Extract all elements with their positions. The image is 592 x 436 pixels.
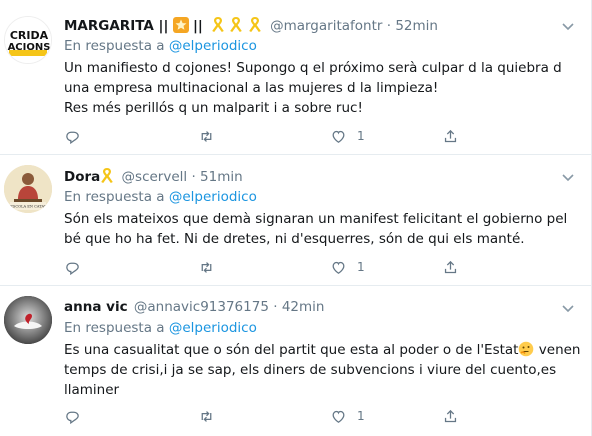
chevron-down-icon[interactable] — [560, 300, 576, 316]
svg-text:L'ESCOLA EN CATALÀ: L'ESCOLA EN CATALÀ — [7, 204, 50, 209]
timestamp[interactable]: 52min — [395, 18, 438, 34]
tweet-text: Són els mateixos que demà signaran un ma… — [64, 209, 567, 249]
reply-icon — [66, 262, 79, 275]
display-name-suffix: || — [193, 18, 203, 34]
reply-to-link[interactable]: @elperiodico — [169, 38, 257, 54]
heart-icon — [332, 410, 345, 423]
chevron-down-icon[interactable] — [560, 18, 576, 34]
reply-prefix: En respuesta a — [64, 189, 165, 205]
tweet-actions: 1 — [64, 257, 464, 277]
heart-icon — [332, 130, 345, 143]
reply-context: En respuesta a @elperiodico — [64, 37, 257, 55]
tweet-actions: 1 — [64, 126, 464, 146]
tweet-text-segment: venen — [534, 342, 581, 358]
share-icon — [444, 129, 457, 142]
star-badge-icon — [172, 17, 189, 33]
reply-prefix: En respuesta a — [64, 320, 165, 336]
tweet-text-line: una empresa multinacional a las mujeres … — [64, 80, 439, 96]
like-button[interactable]: 1 — [330, 126, 365, 146]
tweet[interactable]: anna vic @annavic91376175 · 42min En res… — [0, 286, 592, 436]
share-icon — [444, 260, 457, 273]
timestamp[interactable]: 51min — [200, 169, 243, 185]
reply-button[interactable] — [64, 126, 81, 146]
tweet-text-line: Són els mateixos que demà signaran un ma… — [64, 211, 568, 227]
reply-to-link[interactable]: @elperiodico — [169, 189, 257, 205]
svg-text:ACIONS: ACIONS — [8, 42, 51, 53]
tweet[interactable]: CRIDA ACIONS MARGARITA || || @margaritaf… — [0, 0, 592, 150]
dot-separator: · — [191, 169, 201, 185]
share-button[interactable] — [442, 406, 459, 426]
tweet-text-line: Res més perillós q un malparit i a sobre… — [64, 100, 363, 116]
avatar[interactable] — [4, 296, 52, 344]
tweet-header: Dora @scervell · 51min — [64, 167, 243, 189]
ribbon-icon — [229, 16, 243, 38]
tweet-header: anna vic @annavic91376175 · 42min — [64, 298, 324, 316]
tweet-actions: 1 — [64, 406, 464, 426]
tweet-text-line: temps de crisi,i ja se sap, els diners d… — [64, 362, 557, 378]
tweet-text: Es una casualitat que o són del partit q… — [64, 340, 581, 400]
ribbon-icon — [211, 16, 225, 38]
avatar[interactable]: L'ESCOLA EN CATALÀ — [4, 165, 52, 213]
reply-context: En respuesta a @elperiodico — [64, 188, 257, 206]
retweet-button[interactable] — [198, 257, 215, 277]
reply-button[interactable] — [64, 257, 81, 277]
tweet-text-line: llaminer — [64, 382, 120, 398]
tweet-text-segment: Es una casualitat que o són del partit q… — [64, 342, 519, 358]
like-button[interactable]: 1 — [330, 406, 365, 426]
ribbon-icon — [248, 16, 262, 38]
tweet[interactable]: L'ESCOLA EN CATALÀ Dora @scervell · 51mi… — [0, 155, 592, 286]
reply-icon — [66, 411, 79, 424]
reply-icon — [66, 131, 79, 144]
handle[interactable]: @scervell — [122, 169, 188, 185]
retweet-icon — [201, 261, 212, 273]
reply-prefix: En respuesta a — [64, 38, 165, 54]
display-name[interactable]: anna vic — [64, 299, 128, 315]
tweet-text-line: bé que ho ha fet. Ni de dretes, ni d'esq… — [64, 231, 525, 247]
retweet-button[interactable] — [198, 406, 215, 426]
heart-icon — [332, 261, 345, 274]
handle[interactable]: @annavic91376175 — [134, 299, 269, 315]
chevron-down-icon[interactable] — [560, 169, 576, 185]
share-button[interactable] — [442, 257, 459, 277]
avatar[interactable]: CRIDA ACIONS — [4, 16, 52, 64]
display-name[interactable]: Dora — [64, 169, 100, 185]
tweet-text-line: Un manifiesto d cojones! Supongo q el pr… — [64, 60, 562, 76]
handle[interactable]: @margaritafontr — [270, 18, 382, 34]
tweet-text: Un manifiesto d cojones! Supongo q el pr… — [64, 58, 562, 118]
like-button[interactable]: 1 — [330, 257, 365, 277]
tweet-header: MARGARITA || || @margaritafontr · 52min — [64, 16, 438, 38]
retweet-button[interactable] — [198, 126, 215, 146]
avatar-image — [4, 296, 52, 344]
reply-button[interactable] — [64, 406, 81, 426]
like-count: 1 — [357, 129, 365, 143]
like-count: 1 — [357, 409, 365, 423]
ribbon-icon — [100, 167, 114, 189]
dot-separator: · — [273, 299, 282, 315]
timestamp[interactable]: 42min — [282, 299, 325, 315]
retweet-icon — [201, 410, 212, 422]
display-name[interactable]: MARGARITA || — [64, 18, 168, 34]
svg-text:CRIDA: CRIDA — [10, 29, 49, 42]
thinking-face-icon — [518, 341, 534, 357]
tweet-text-line: Es una casualitat que o són del partit q… — [64, 340, 581, 360]
share-icon — [444, 409, 457, 422]
share-button[interactable] — [442, 126, 459, 146]
reply-to-link[interactable]: @elperiodico — [169, 320, 257, 336]
avatar-logo: CRIDA ACIONS — [5, 17, 51, 63]
like-count: 1 — [357, 260, 365, 274]
retweet-icon — [201, 130, 212, 142]
reply-context: En respuesta a @elperiodico — [64, 319, 257, 337]
avatar-image: L'ESCOLA EN CATALÀ — [4, 165, 52, 213]
